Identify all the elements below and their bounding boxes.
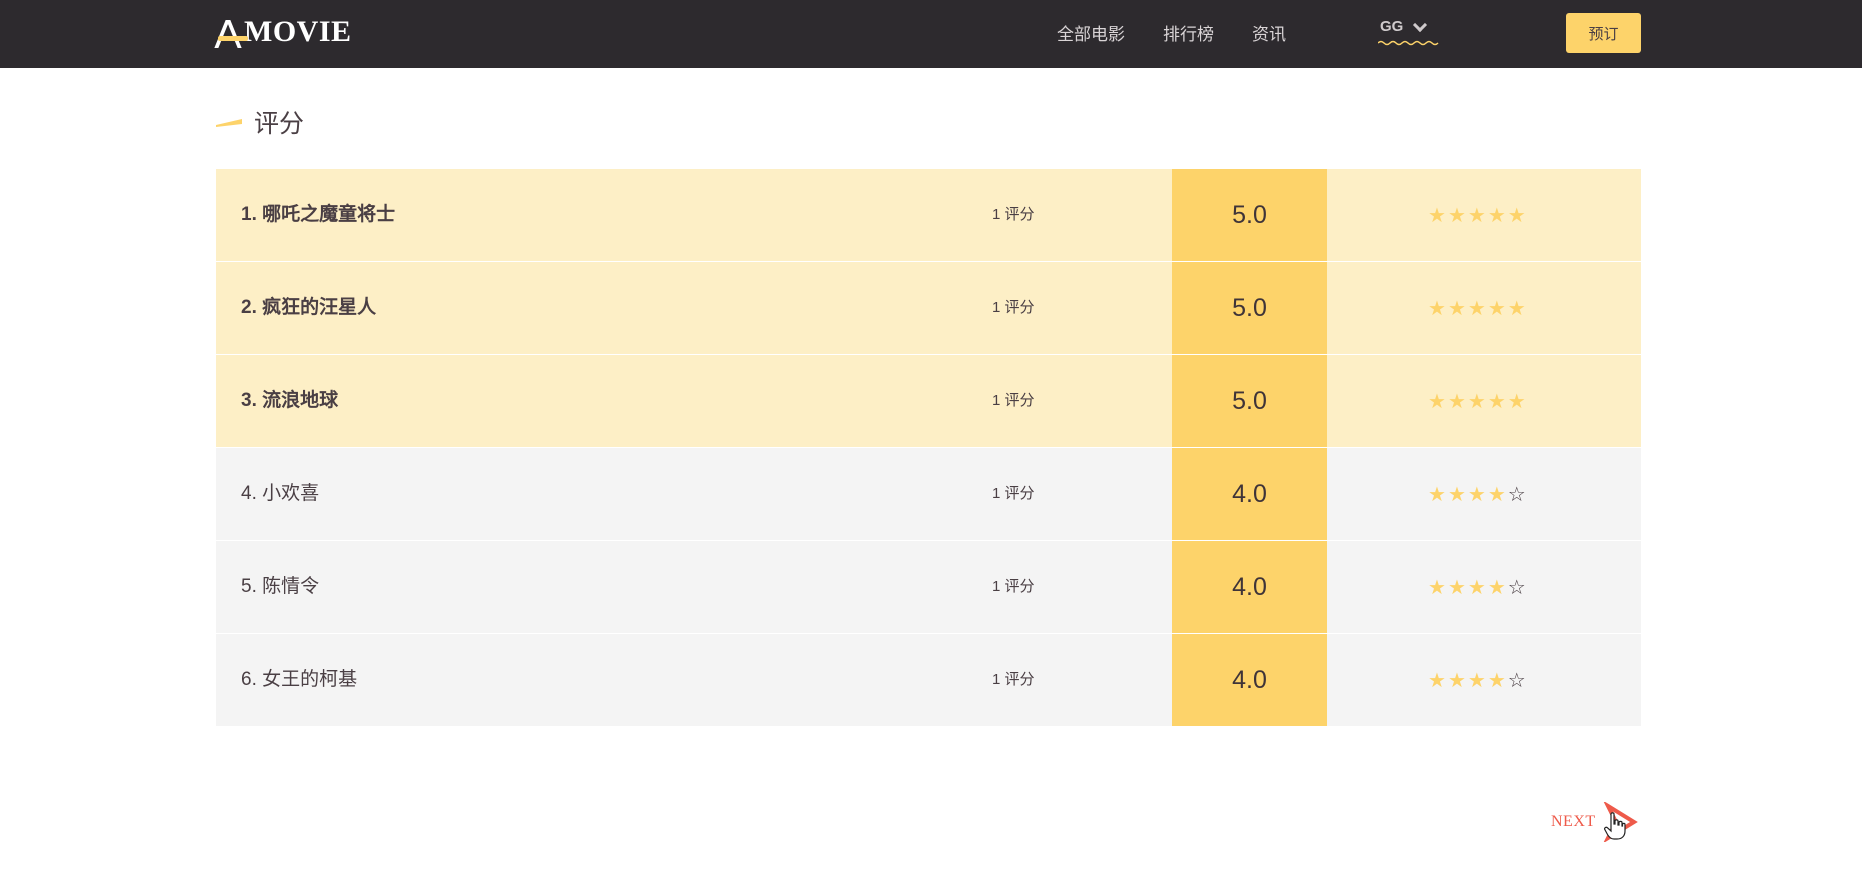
star-full-icon: ★ [1447,298,1466,320]
star-full-icon: ★ [1447,484,1466,506]
page-title: 评分 [254,110,305,138]
rating-count: 1 评分 [992,485,1035,502]
nav-news[interactable]: 资讯 [1252,20,1286,45]
logo-text: MOVIE [244,15,352,48]
star-rating: ★ ★ ★ ★ ☆ [1428,448,1526,540]
main-nav: 全部电影 排行榜 资讯 [1057,20,1286,45]
star-full-icon: ★ [1467,391,1486,413]
chevron-down-icon [1413,17,1428,32]
logo[interactable]: MOVIE [214,14,352,50]
star-full-icon: ★ [1487,391,1506,413]
star-rating: ★ ★ ★ ★ ☆ [1428,541,1526,633]
table-row: 2. 疯狂的汪星人 1 评分 5.0 ★ ★ ★ ★ ★ [216,262,1641,355]
star-full-icon: ★ [1487,205,1506,227]
table-row: 5. 陈情令 1 评分 4.0 ★ ★ ★ ★ ☆ [216,541,1641,634]
movie-title-link[interactable]: 1. 哪吒之魔童将士 [241,169,395,261]
star-full-icon: ★ [1467,577,1486,599]
star-rating: ★ ★ ★ ★ ★ [1428,262,1526,354]
user-menu[interactable]: GG [1380,17,1428,35]
star-full-icon: ★ [1467,484,1486,506]
star-full-icon: ★ [1447,205,1466,227]
user-name: GG [1380,18,1404,35]
section-header: 评分 [216,104,304,140]
next-label: NEXT [1551,813,1596,830]
score-cell: 5.0 [1172,169,1327,261]
star-full-icon: ★ [1487,670,1506,692]
title-accent-icon [216,119,242,127]
star-full-icon: ★ [1428,298,1446,320]
rating-count: 1 评分 [992,206,1035,223]
underline-squiggle [1378,40,1439,46]
logo-icon [214,16,252,48]
star-empty-icon: ☆ [1507,670,1526,692]
movie-title-link[interactable]: 5. 陈情令 [241,541,319,633]
star-full-icon: ★ [1487,577,1506,599]
movie-title-link[interactable]: 2. 疯狂的汪星人 [241,262,376,354]
nav-all-movies[interactable]: 全部电影 [1057,20,1125,45]
rating-count: 1 评分 [992,578,1035,595]
rating-count: 1 评分 [992,671,1035,688]
rating-count: 1 评分 [992,299,1035,316]
score-cell: 5.0 [1172,355,1327,447]
star-full-icon: ★ [1487,484,1506,506]
movie-title-link[interactable]: 6. 女王的柯基 [241,634,357,726]
hand-cursor-icon [1604,812,1626,840]
table-row: 3. 流浪地球 1 评分 5.0 ★ ★ ★ ★ ★ [216,355,1641,448]
rating-count: 1 评分 [992,392,1035,409]
star-empty-icon: ☆ [1507,577,1526,599]
star-rating: ★ ★ ★ ★ ☆ [1428,634,1526,726]
score-cell: 4.0 [1172,541,1327,633]
star-full-icon: ★ [1428,484,1446,506]
star-full-icon: ★ [1428,577,1446,599]
nav-ranking[interactable]: 排行榜 [1163,20,1214,45]
star-full-icon: ★ [1507,298,1526,320]
table-row: 6. 女王的柯基 1 评分 4.0 ★ ★ ★ ★ ☆ [216,634,1641,727]
star-full-icon: ★ [1467,670,1486,692]
star-full-icon: ★ [1447,391,1466,413]
score-cell: 5.0 [1172,262,1327,354]
star-full-icon: ★ [1447,670,1466,692]
star-full-icon: ★ [1428,670,1446,692]
star-full-icon: ★ [1428,391,1446,413]
score-cell: 4.0 [1172,448,1327,540]
star-rating: ★ ★ ★ ★ ★ [1428,355,1526,447]
book-button[interactable]: 预订 [1566,13,1641,53]
movie-title-link[interactable]: 4. 小欢喜 [241,448,319,540]
ranking-table: 1. 哪吒之魔童将士 1 评分 5.0 ★ ★ ★ ★ ★ 2. 疯狂的汪星人 1 评分… [216,169,1641,727]
star-full-icon: ★ [1447,577,1466,599]
star-full-icon: ★ [1467,205,1486,227]
table-row: 4. 小欢喜 1 评分 4.0 ★ ★ ★ ★ ☆ [216,448,1641,541]
star-empty-icon: ☆ [1507,484,1526,506]
score-cell: 4.0 [1172,634,1327,726]
table-row: 1. 哪吒之魔童将士 1 评分 5.0 ★ ★ ★ ★ ★ [216,169,1641,262]
top-navbar: MOVIE 全部电影 排行榜 资讯 GG 预订 [0,0,1862,68]
movie-title-link[interactable]: 3. 流浪地球 [241,355,338,447]
star-full-icon: ★ [1507,391,1526,413]
star-full-icon: ★ [1467,298,1486,320]
star-full-icon: ★ [1507,205,1526,227]
star-full-icon: ★ [1487,298,1506,320]
star-rating: ★ ★ ★ ★ ★ [1428,169,1526,261]
star-full-icon: ★ [1428,205,1446,227]
